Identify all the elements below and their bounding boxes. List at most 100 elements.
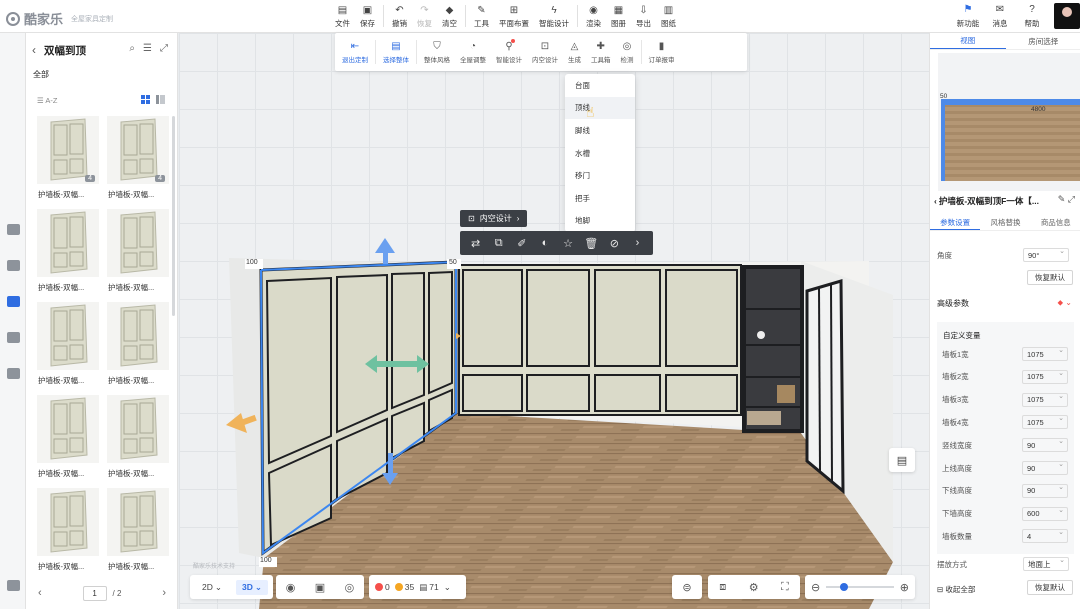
grid-view-icon[interactable] xyxy=(141,95,150,104)
inspect-button[interactable]: ◎ 检测 xyxy=(616,36,639,68)
expand-icon[interactable]: ⤢ xyxy=(160,43,168,54)
library-item[interactable]: 护墙板-双幅... xyxy=(104,209,174,302)
tab-style-replace[interactable]: 风格替换 xyxy=(980,215,1030,230)
export-button[interactable]: ⇩ 导出 xyxy=(631,3,656,30)
hide-icon[interactable]: ⊘ xyxy=(606,237,622,250)
minimap[interactable]: 50 4800 xyxy=(938,53,1080,191)
new-features-button[interactable]: ⚑ 新功能 xyxy=(952,4,984,29)
custom-variables-title[interactable]: 自定义变量 xyxy=(943,330,981,341)
overall-style-button[interactable]: ⛉ 整体风格 xyxy=(419,36,455,68)
clear-button[interactable]: ◆ 清空 xyxy=(437,3,462,30)
eye-icon[interactable]: ◉ xyxy=(286,581,296,594)
rail-model-button[interactable] xyxy=(5,293,21,309)
save-button[interactable]: ▣ 保存 xyxy=(355,3,380,30)
album-button[interactable]: ▦ 图册 xyxy=(606,3,631,30)
panel-collapse-icon[interactable]: ‹ xyxy=(934,196,937,206)
advanced-params-title[interactable]: 高级参数 xyxy=(937,298,969,309)
tab-room-select[interactable]: 房间选择 xyxy=(1006,33,1080,49)
menu-item-foot[interactable]: 地脚 xyxy=(565,210,635,233)
app-logo[interactable]: 酷家乐 全屋家具定制 xyxy=(6,9,113,28)
redo-button[interactable]: ↷ 恢复 xyxy=(412,3,437,30)
smart-design-sub-button[interactable]: ⚲ 智能设计 xyxy=(491,36,527,68)
smart-design-button[interactable]: ϟ 智能设计 xyxy=(534,3,574,30)
menu-item-baseboard[interactable]: 脚线 xyxy=(565,119,635,142)
fit-view-icon[interactable]: ⛶ xyxy=(781,581,789,594)
library-scrollbar[interactable] xyxy=(172,116,175,316)
camera-settings-icon[interactable]: ⚙ xyxy=(749,581,759,594)
zoom-knob[interactable] xyxy=(840,583,849,591)
rail-sofa-button[interactable] xyxy=(5,365,21,381)
param-value-field[interactable]: 90 xyxy=(1022,437,1068,453)
sort-button[interactable]: ☰ A-Z xyxy=(37,96,58,105)
copy-icon[interactable]: ⧉ xyxy=(491,237,507,250)
inspection-status[interactable]: 0 35 ▤ 71 ⌄ xyxy=(369,575,466,599)
param-value-field[interactable]: 90 xyxy=(1022,483,1068,498)
menu-item-handle[interactable]: 把手 xyxy=(565,187,635,210)
tab-product-info[interactable]: 商品信息 xyxy=(1031,215,1080,230)
library-item[interactable]: 护墙板-双幅... xyxy=(104,395,174,488)
zoom-slider[interactable] xyxy=(826,583,894,591)
compass-icon[interactable]: ◎ xyxy=(345,581,355,594)
menu-item-sliding-door[interactable]: 移门 xyxy=(565,164,635,187)
collapse-all-button[interactable]: ⊟ 收起全部 xyxy=(937,584,975,595)
toolbox-button[interactable]: ✚ 工具箱 xyxy=(586,36,616,68)
angle-field[interactable]: 90° xyxy=(1023,247,1069,262)
page-input[interactable]: 1 xyxy=(82,585,107,601)
reset-default-button[interactable]: 恢复默认 xyxy=(1027,270,1073,285)
menu-item-countertop[interactable]: 台面 xyxy=(565,74,635,97)
render-button[interactable]: ◉ 渲染 xyxy=(581,3,606,30)
floor-plan-button[interactable]: ⊞ 平面布置 xyxy=(494,3,534,30)
mirror-icon[interactable]: ◐ xyxy=(537,237,553,249)
undo-button[interactable]: ↶ 撤销 xyxy=(387,3,412,30)
3d-viewport[interactable]: 100 50 100 xyxy=(179,33,929,609)
tab-view[interactable]: 视图 xyxy=(930,33,1006,49)
rail-user-button[interactable] xyxy=(5,329,21,345)
placement-select[interactable]: 地面上 xyxy=(1023,556,1069,571)
rail-settings-button[interactable] xyxy=(5,577,21,593)
library-item[interactable]: 护墙板-双幅... xyxy=(104,302,174,395)
drawing-button[interactable]: ▥ 图纸 xyxy=(656,3,681,30)
prev-page-icon[interactable]: ‹ xyxy=(38,587,42,599)
library-item[interactable]: 4 护墙板-双幅... xyxy=(34,116,104,209)
brush-icon[interactable]: ✐ xyxy=(514,237,530,250)
star-icon[interactable]: ☆ xyxy=(560,237,576,250)
filter-all[interactable]: 全部 xyxy=(33,69,49,80)
messages-button[interactable]: ✉ 消息 xyxy=(984,4,1016,29)
library-item[interactable]: 4 护墙板-双幅... xyxy=(104,116,174,209)
param-value-field[interactable]: 4 xyxy=(1022,528,1068,544)
cube-icon[interactable]: ▣ xyxy=(315,581,325,594)
search-icon[interactable]: ⌕ xyxy=(129,43,135,54)
param-value-field[interactable]: 600 xyxy=(1022,506,1068,521)
select-all-button[interactable]: ▤ 选择整体 xyxy=(378,36,414,68)
inner-design-button[interactable]: ⊡ 内空设计 xyxy=(527,36,563,68)
library-item[interactable]: 护墙板-双幅... xyxy=(104,488,174,581)
tools-button[interactable]: ✎ 工具 xyxy=(469,3,494,30)
file-button[interactable]: ▤ 文件 xyxy=(330,3,355,30)
next-page-icon[interactable]: › xyxy=(162,587,166,599)
generate-button[interactable]: ◬ 生成 xyxy=(563,36,586,68)
menu-item-crown-line[interactable]: 顶线 xyxy=(565,96,635,120)
rail-crown-button[interactable] xyxy=(5,257,21,273)
more-icon[interactable]: › xyxy=(629,237,645,249)
library-item[interactable]: 护墙板-双幅... xyxy=(34,488,104,581)
inner-design-tag[interactable]: ⊡ 内空设计 › xyxy=(460,210,528,227)
clipboard-button[interactable]: ▤ xyxy=(889,448,915,472)
filter-icon[interactable]: ☰ xyxy=(143,43,152,54)
list-view-icon[interactable] xyxy=(156,95,165,104)
library-item[interactable]: 护墙板-双幅... xyxy=(34,209,104,302)
toggle-panel-button[interactable]: ⊜ xyxy=(672,575,702,599)
back-icon[interactable]: ‹ xyxy=(32,43,44,57)
help-button[interactable]: ? 帮助 xyxy=(1016,4,1048,29)
param-value-field[interactable]: 1075 xyxy=(1022,414,1068,430)
tab-parameters[interactable]: 参数设置 xyxy=(930,215,981,230)
order-review-button[interactable]: ▮ 订单报审 xyxy=(644,36,680,68)
mode-3d-button[interactable]: 3D ⌄ xyxy=(236,579,268,595)
reset-default-bottom-button[interactable]: 恢复默认 xyxy=(1027,580,1073,595)
replace-icon[interactable]: ⇄ xyxy=(468,237,484,250)
advanced-params-icon[interactable]: ⬥ ⌄ xyxy=(1057,298,1072,308)
param-value-field[interactable]: 1075 xyxy=(1022,346,1068,361)
library-item[interactable]: 护墙板-双幅... xyxy=(34,302,104,395)
rail-cabinet-button[interactable] xyxy=(5,221,21,237)
avatar[interactable] xyxy=(1054,3,1080,29)
param-value-field[interactable]: 1075 xyxy=(1022,392,1068,407)
